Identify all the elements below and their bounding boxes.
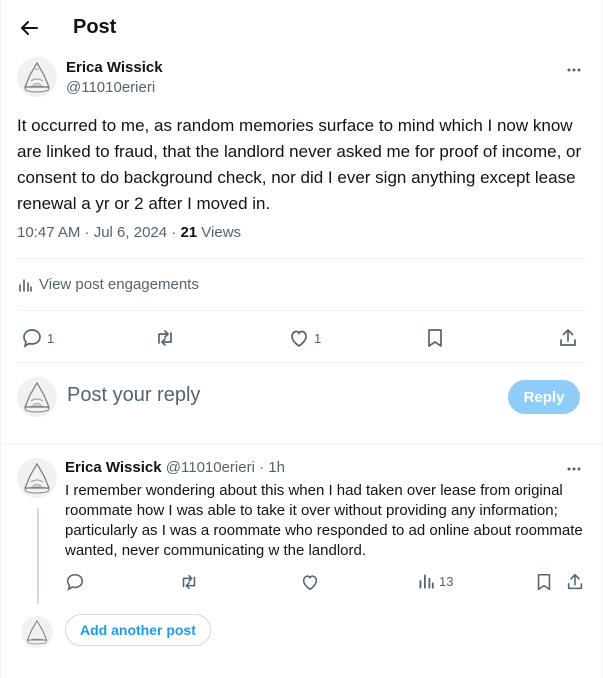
bookmark-action[interactable] [424,327,446,349]
reply-action[interactable]: 1 [21,327,54,349]
reply-views-action[interactable]: 13 [417,572,453,590]
reply-input[interactable]: Post your reply [67,384,200,407]
reply-icon [21,327,43,349]
repost-icon [154,327,176,349]
repost-action[interactable] [154,327,176,349]
post-meta: 10:47 AM · Jul 6, 2024 · 21 Views [17,224,241,241]
reply-repost-action[interactable] [179,572,199,592]
add-post-avatar [21,616,53,648]
reply-more-icon[interactable] [566,461,582,477]
view-engagements-link[interactable]: View post engagements [17,276,199,293]
reply-author-name[interactable]: Erica Wissick [65,459,162,476]
author-name[interactable]: Erica Wissick [66,59,163,76]
more-icon[interactable] [566,62,582,78]
reply-like-action[interactable] [300,572,320,592]
like-action[interactable]: 1 [288,327,321,349]
reply-button[interactable]: Reply [508,380,580,414]
reply-header: Erica Wissick @11010erieri · 1h [65,459,285,476]
page-title: Post [73,16,117,38]
engagements-label: View post engagements [39,276,199,293]
divider [17,258,586,259]
back-arrow-icon[interactable] [17,16,41,40]
post-text: It occurred to me, as random memories su… [17,116,582,213]
post-time[interactable]: 10:47 AM · Jul 6, 2024 · [17,224,180,241]
analytics-icon [17,277,33,293]
reply-text: I remember wondering about this when I h… [65,482,583,559]
reply-icon [65,572,85,592]
share-icon [557,327,579,349]
divider [17,362,586,363]
author-handle[interactable]: @11010erieri [66,79,155,96]
like-icon [288,327,310,349]
reply-views-count: 13 [439,573,454,589]
reply-share-action[interactable] [565,572,585,592]
analytics-icon [417,572,435,590]
reply-time[interactable]: · 1h [259,459,285,476]
reply-avatar[interactable] [17,458,57,498]
bookmark-icon [424,327,446,349]
like-icon [300,572,320,592]
views-count: 21 [180,224,198,241]
reply-reply-action[interactable] [65,572,85,592]
divider [1,444,602,445]
views-label: Views [197,224,242,241]
reply-bookmark-action[interactable] [534,572,554,592]
repost-icon [179,572,199,592]
share-action[interactable] [557,327,579,349]
post-page: Post Erica Wissick @11010erieri It occur… [0,0,603,678]
like-count: 1 [314,330,322,346]
reply-author-handle[interactable]: @11010erieri [166,459,255,476]
composer-avatar [17,377,57,417]
add-another-post-button[interactable]: Add another post [65,614,211,646]
bookmark-icon [534,572,554,592]
share-icon [565,572,585,592]
thread-line [37,508,39,604]
reply-count: 1 [47,330,55,346]
avatar[interactable] [17,57,57,97]
divider [17,310,586,311]
